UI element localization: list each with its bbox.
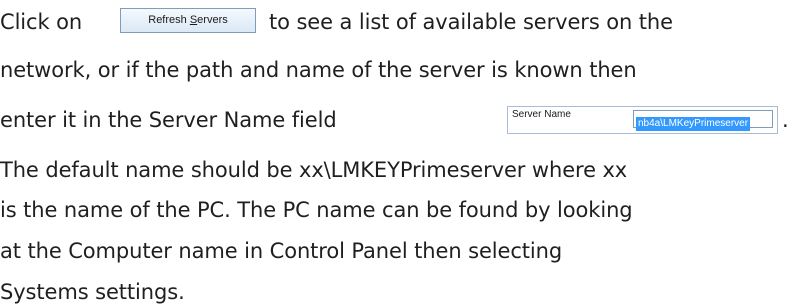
text-line-6: at the Computer name in Control Panel th… [0,237,562,265]
line3-prefix: enter it in the Server Name field [0,108,337,132]
text-line-4: The default name should be xx\LMKEYPrime… [0,156,627,184]
refresh-label-post: ervers [197,14,228,26]
text-line-7: Systems settings. [0,278,185,306]
line6-text: at the Computer name in Control Panel th… [0,239,563,263]
line3-period: . [782,108,789,132]
server-name-input[interactable]: nb4a\LMKeyPrimeserver [633,110,773,131]
text-line-3: enter it in the Server Name field [0,106,337,134]
line1-prefix: Click on [0,10,83,34]
refresh-servers-button[interactable]: Refresh Servers [120,8,256,33]
refresh-label-pre: Refresh [148,14,190,26]
line2-text: network, or if the path and name of the … [0,58,637,82]
text-line-5: is the name of the PC. The PC name can b… [0,196,633,224]
line7-text: Systems settings. [0,280,185,304]
line1-suffix: to see a list of available servers on th… [269,10,673,34]
line4-text: The default name should be xx\LMKEYPrime… [0,158,628,182]
server-name-field: Server Name nb4a\LMKeyPrimeserver [507,106,778,134]
text-line-1: Click on [0,8,82,36]
text-line-1-suffix: to see a list of available servers on th… [269,8,673,36]
server-name-value: nb4a\LMKeyPrimeserver [636,117,751,131]
text-line-2: network, or if the path and name of the … [0,56,637,84]
line5-text: is the name of the PC. The PC name can b… [0,198,633,222]
server-name-label: Server Name [512,109,571,120]
